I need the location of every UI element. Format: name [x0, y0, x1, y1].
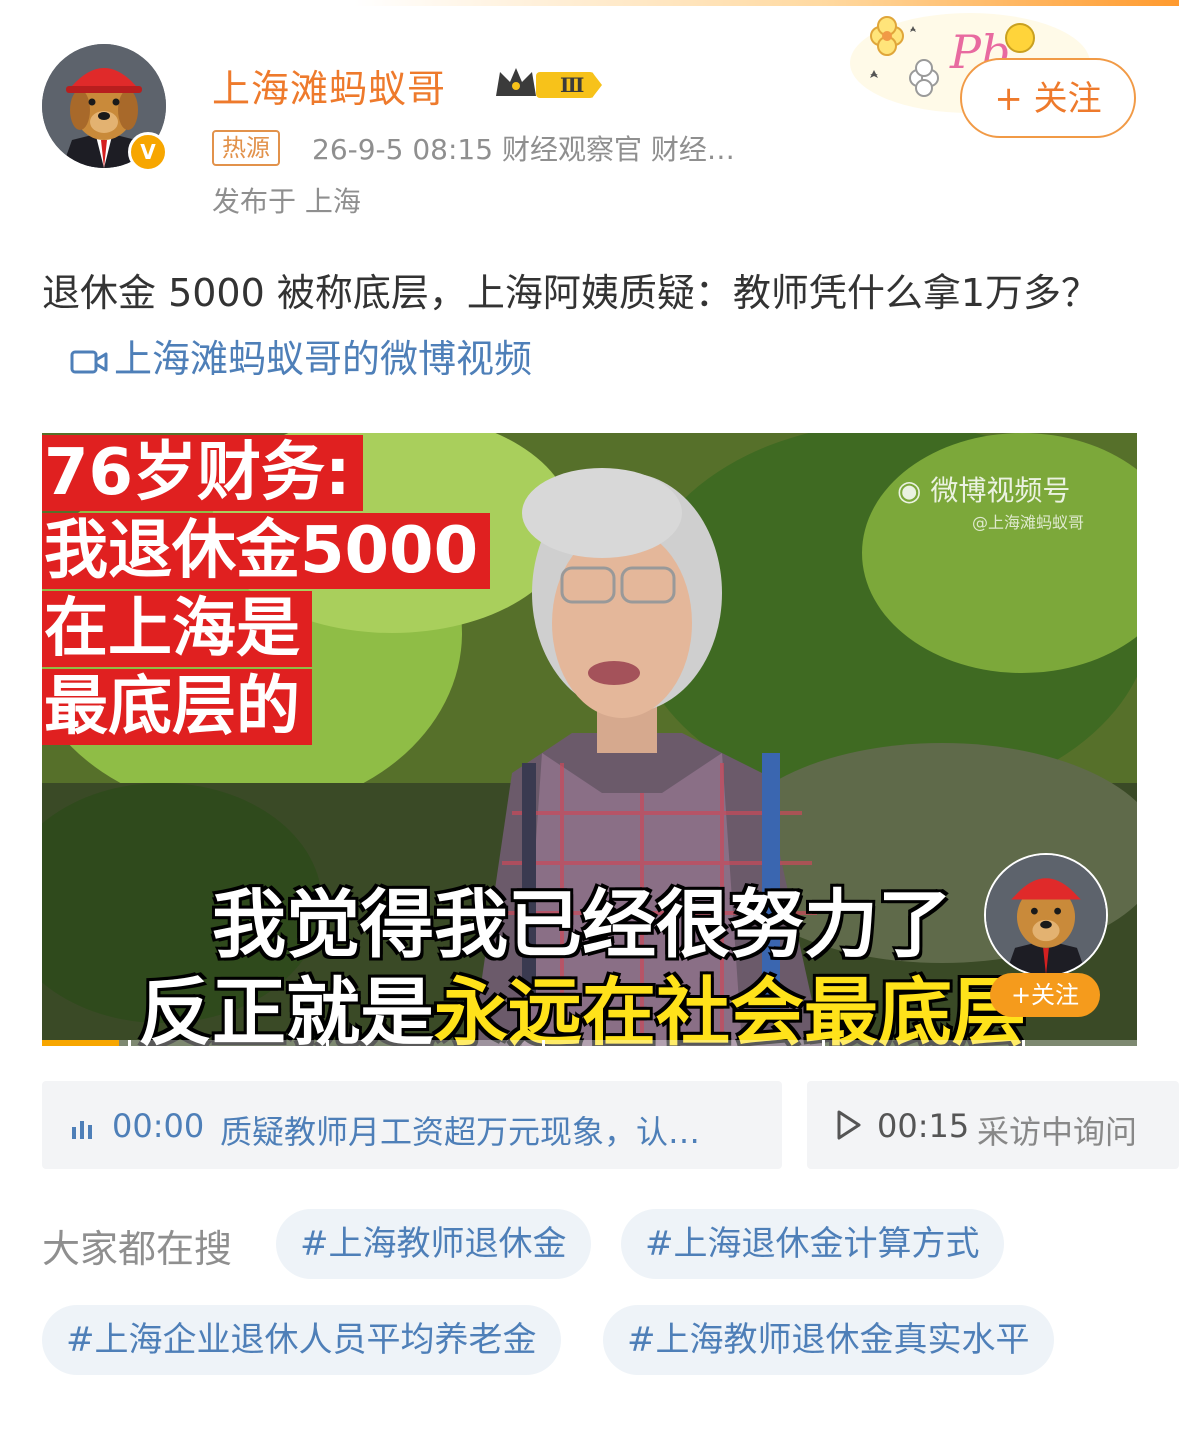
post-text: 退休金 5000 被称底层，上海阿姨质疑：教师凭什么拿1万多？ 上海滩蚂蚁哥的微… — [42, 260, 1142, 392]
red-caption-line: 76岁财务: — [42, 435, 363, 511]
video-camera-icon[interactable] — [70, 348, 108, 376]
mini-avatar[interactable] — [984, 853, 1108, 977]
weibo-video-watermark: ◉ 微博视频号 — [897, 469, 1070, 509]
verified-badge-icon: V — [128, 132, 168, 172]
chapter-title: 质疑教师月工资超万元现象，认… — [220, 1113, 701, 1151]
search-chip[interactable]: #上海教师退休金真实水平 — [603, 1305, 1054, 1375]
audio-bars-icon — [72, 1121, 92, 1139]
top-accent-bar — [0, 0, 1179, 6]
mini-follow-button[interactable]: +关注 — [990, 973, 1100, 1017]
weibo-logo-icon: ◉ — [897, 474, 931, 507]
subtitle-white: 反正就是 — [138, 970, 434, 1046]
svg-text:Ⅲ: Ⅲ — [560, 73, 584, 97]
video-player[interactable]: 76岁财务: 我退休金5000 在上海是 最底层的 ◉ 微博视频号 @上海滩蚂蚁… — [42, 433, 1137, 1046]
chapter-marker — [1022, 1040, 1025, 1046]
watermark-sub: @上海滩蚂蚁哥 — [972, 513, 1085, 532]
chapter-marker — [326, 1040, 329, 1046]
search-chip[interactable]: #上海退休金计算方式 — [621, 1209, 1004, 1279]
search-chip[interactable]: #上海企业退休人员平均养老金 — [42, 1305, 561, 1375]
red-caption: 76岁财务: 我退休金5000 在上海是 最底层的 — [42, 435, 491, 747]
chapter-title: 采访中询问 — [977, 1113, 1138, 1151]
chapter-item[interactable]: 00:00 质疑教师月工资超万元现象，认… — [42, 1081, 782, 1169]
chapter-marker — [542, 1040, 545, 1046]
follow-button[interactable]: + 关注 — [960, 58, 1136, 138]
video-link[interactable]: 上海滩蚂蚁哥的微博视频 — [114, 337, 532, 381]
red-caption-line: 最底层的 — [42, 669, 312, 745]
username[interactable]: 上海滩蚂蚁哥 — [212, 58, 446, 113]
chapter-time: 00:15 — [877, 1107, 970, 1145]
play-icon — [837, 1110, 861, 1140]
video-progress-fill — [42, 1040, 119, 1046]
chapter-time: 00:00 — [112, 1107, 205, 1145]
red-caption-line: 我退休金5000 — [42, 513, 491, 589]
search-chip[interactable]: #上海教师退休金 — [276, 1209, 591, 1279]
post-body: 退休金 5000 被称底层，上海阿姨质疑：教师凭什么拿1万多？ — [42, 271, 1100, 315]
trending-search-label: 大家都在搜 — [42, 1227, 233, 1271]
subtitle-line-2: 反正就是永远在社会最底层 — [138, 953, 1026, 1046]
chapter-marker — [822, 1040, 825, 1046]
chapter-item[interactable]: 00:15 采访中询问 — [807, 1081, 1179, 1169]
chapter-marker — [128, 1040, 131, 1046]
red-caption-line: 在上海是 — [42, 591, 312, 667]
post-location: 发布于 上海 — [212, 185, 361, 218]
watermark-text: 微博视频号 — [930, 474, 1071, 507]
post-meta: 26-9-5 08:15 财经观察官 财经… — [312, 133, 735, 166]
dog-avatar-icon — [986, 855, 1106, 975]
crown-level-badge-icon: Ⅲ — [496, 68, 602, 98]
subtitle-highlight: 永远在社会最底层 — [434, 970, 1026, 1046]
video-progress-bar[interactable] — [42, 1040, 1137, 1046]
hot-source-tag: 热源 — [212, 130, 280, 166]
